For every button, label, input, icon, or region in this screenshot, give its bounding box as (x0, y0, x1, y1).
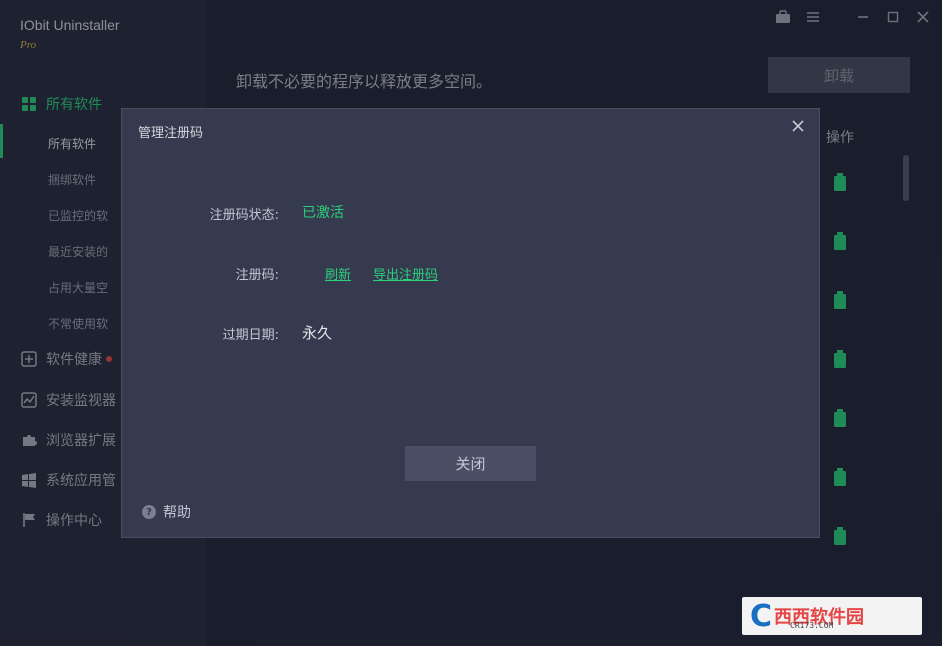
status-value: 已激活 (302, 205, 344, 221)
dialog-title: 管理注册码 (138, 126, 204, 141)
help-label: 帮助 (163, 505, 191, 521)
status-label: 注册码状态: (209, 208, 279, 223)
expiry-value: 永久 (302, 324, 333, 342)
manage-license-dialog: 管理注册码 注册码状态: 已激活 注册码: 刷新 导出注册码 过期日期: 永久 … (121, 108, 820, 538)
watermark-logo-icon: C (750, 598, 773, 634)
expiry-label: 过期日期: (222, 328, 279, 343)
watermark-url: CR173.COM (790, 621, 834, 630)
help-link[interactable]: ? 帮助 (142, 502, 191, 522)
close-button[interactable]: 关闭 (405, 446, 536, 481)
export-code-link[interactable]: 导出注册码 (373, 264, 438, 283)
site-watermark: C 西西软件园 CR173.COM (742, 597, 922, 635)
help-icon: ? (142, 505, 156, 519)
close-icon[interactable] (787, 115, 809, 137)
code-label: 注册码: (235, 268, 279, 283)
refresh-link[interactable]: 刷新 (325, 264, 351, 283)
